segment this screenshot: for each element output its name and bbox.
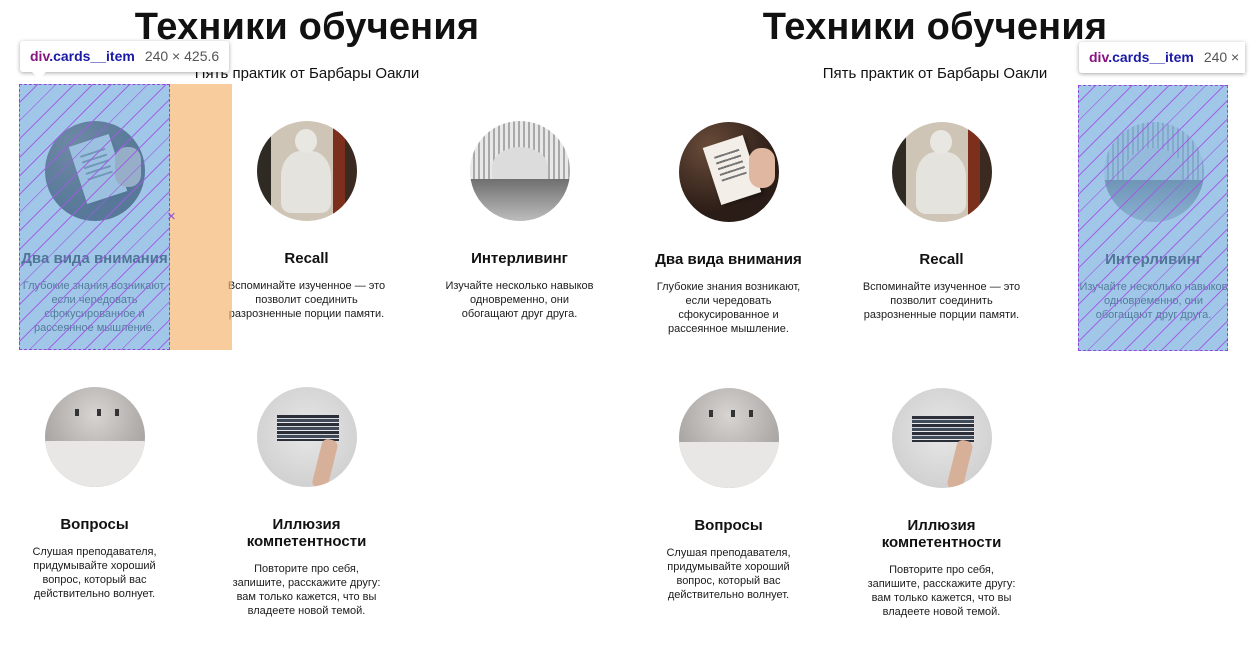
empty-room-image [678, 388, 779, 488]
tooltip-size: 240 × 425.6 [144, 48, 220, 64]
empty-room-image [44, 387, 145, 487]
stack-of-books-image [256, 387, 357, 487]
element-inspector-tooltip: div.cards__item 240 × 425.6 [20, 41, 230, 79]
card-text: Повторите про себя, запишите, расскажите… [232, 563, 381, 617]
resize-handle-icon: × [167, 208, 176, 225]
tooltip-tag: div [1089, 49, 1109, 65]
marble-statue-image [891, 122, 992, 222]
tooltip-class: .cards__item [49, 48, 135, 64]
card-text: Слушая преподавателя, придумывайте хорош… [32, 546, 157, 600]
card-text: Слушая преподавателя, придумывайте хорош… [666, 547, 791, 601]
card-questions: Вопросы Слушая преподавателя, придумывай… [641, 388, 816, 602]
element-inspector-tooltip: div.cards__item 240 × [1079, 42, 1245, 73]
card-interleaving: Интерливинг Изучайте несколько навыков о… [432, 121, 607, 321]
element-box-highlight [1078, 85, 1228, 351]
card-text: Вспоминайте изученное — это позволит сое… [862, 281, 1021, 321]
card-title: Recall [284, 250, 329, 267]
card-title: Интерливинг [471, 250, 568, 267]
right-page-view: Техники обучения Пять практик от Барбары… [628, 0, 1256, 651]
card-recall: Recall Вспоминайте изученное — это позво… [219, 121, 394, 321]
card-title: Иллюзия компетентности [246, 516, 367, 550]
card-illusion: Иллюзия компетентности Повторите про себ… [854, 388, 1029, 619]
element-margin-highlight [170, 84, 232, 350]
left-page-view: Техники обучения Пять практик от Барбары… [0, 0, 628, 651]
marble-statue-image [256, 121, 357, 221]
element-box-highlight [19, 84, 170, 350]
card-text: Глубокие знания возникают, если чередова… [656, 281, 801, 335]
stack-of-books-image [891, 388, 992, 488]
card-recall: Recall Вспоминайте изученное — это позво… [854, 122, 1029, 322]
tooltip-size: 240 × [1203, 49, 1240, 65]
card-title: Два вида внимания [655, 251, 802, 268]
card-title: Вопросы [60, 516, 129, 533]
tooltip-class: .cards__item [1108, 49, 1194, 65]
card-illusion: Иллюзия компетентности Повторите про себ… [219, 387, 394, 618]
card-text: Вспоминайте изученное — это позволит сое… [227, 280, 386, 320]
tooltip-tag: div [30, 48, 50, 64]
card-title: Вопросы [694, 517, 763, 534]
card-two-attention: Два вида внимания Глубокие знания возник… [641, 122, 816, 336]
book-in-hands-image [678, 122, 779, 222]
card-text: Повторите про себя, запишите, расскажите… [867, 564, 1016, 618]
card-text: Изучайте несколько навыков одновременно,… [445, 280, 594, 320]
card-title: Иллюзия компетентности [881, 517, 1002, 551]
arched-hall-image [469, 121, 570, 221]
card-questions: Вопросы Слушая преподавателя, придумывай… [7, 387, 182, 601]
card-title: Recall [919, 251, 964, 268]
